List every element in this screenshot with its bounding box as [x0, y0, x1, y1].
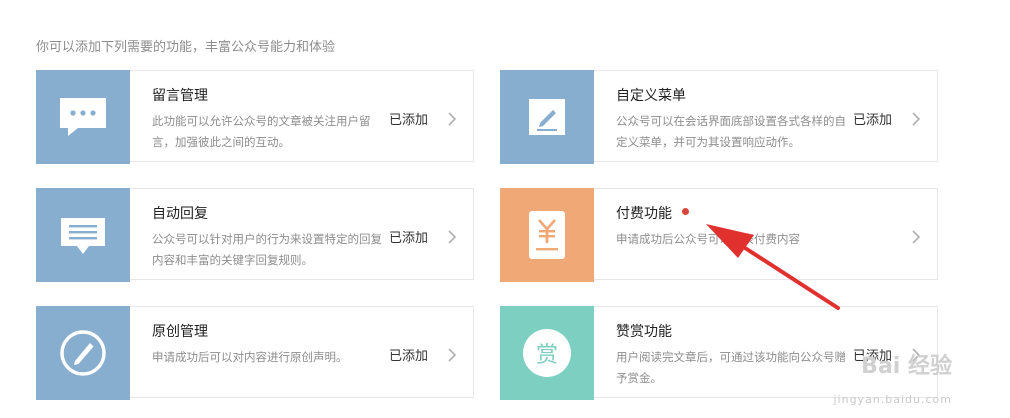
watermark-url: jingyan.baidu.com: [833, 393, 952, 406]
watermark-brand: Bai 经验: [861, 354, 952, 379]
annotation-arrow: [706, 224, 840, 310]
